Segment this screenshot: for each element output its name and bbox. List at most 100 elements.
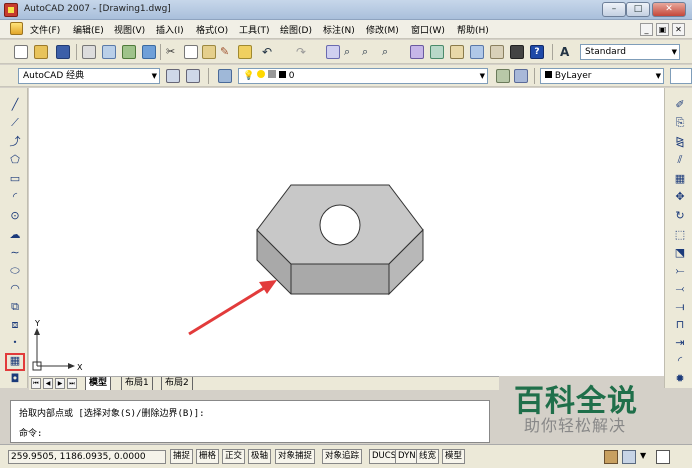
tab-layout2[interactable]: 布局2 xyxy=(161,377,193,390)
erase-icon[interactable]: ✐ xyxy=(673,98,687,112)
linetype-select[interactable] xyxy=(670,68,692,84)
sheet-set-icon[interactable] xyxy=(470,45,484,59)
redo-icon[interactable]: ↷ xyxy=(296,45,310,59)
paste-icon[interactable] xyxy=(202,45,216,59)
next-tab-icon[interactable]: ▶ xyxy=(55,378,65,389)
menu-insert[interactable]: 插入(I) xyxy=(156,23,184,36)
minimize-button[interactable]: – xyxy=(602,2,626,17)
zoom-previous-icon[interactable]: ⌕ xyxy=(382,45,396,59)
ellipse-arc-icon[interactable]: ◠ xyxy=(8,282,22,296)
move-icon[interactable]: ✥ xyxy=(673,190,687,204)
block-editor-icon[interactable] xyxy=(238,45,252,59)
break-icon[interactable]: ⟞ xyxy=(673,300,687,314)
doc-minimize-button[interactable]: _ xyxy=(640,23,653,36)
arc-icon[interactable]: ◜ xyxy=(8,190,22,204)
copy-icon[interactable]: ⎘ xyxy=(673,116,687,130)
doc-close-button[interactable]: ✕ xyxy=(672,23,685,36)
insert-block-icon[interactable]: ⧉ xyxy=(8,300,22,314)
revision-cloud-icon[interactable]: ☁ xyxy=(8,228,22,242)
cut-icon[interactable]: ✂ xyxy=(166,45,180,59)
new-file-icon[interactable] xyxy=(14,45,28,59)
ortho-toggle[interactable]: 正交 xyxy=(222,449,246,464)
polygon-icon[interactable]: ⬠ xyxy=(8,153,22,167)
zoom-realtime-icon[interactable]: ⌕ xyxy=(344,45,358,59)
design-center-icon[interactable] xyxy=(430,45,444,59)
prev-tab-icon[interactable]: ◀ xyxy=(43,378,53,389)
array-icon[interactable]: ▦ xyxy=(673,172,687,186)
menu-format[interactable]: 格式(O) xyxy=(196,23,228,36)
open-file-icon[interactable] xyxy=(34,45,48,59)
print-icon[interactable] xyxy=(82,45,96,59)
workspace-settings-icon[interactable] xyxy=(166,69,180,83)
snap-toggle[interactable]: 捕捉 xyxy=(170,449,194,464)
menu-modify[interactable]: 修改(M) xyxy=(366,23,399,36)
osnap-toggle[interactable]: 对象捕捉 xyxy=(275,449,316,464)
menu-edit[interactable]: 编辑(E) xyxy=(73,23,104,36)
join-icon[interactable]: ⊓ xyxy=(673,318,687,332)
command-window[interactable]: 拾取内部点或 [选择对象(S)/删除边界(B)]: 命令: xyxy=(10,400,490,443)
save-workspace-icon[interactable] xyxy=(186,69,200,83)
polar-toggle[interactable]: 极轴 xyxy=(248,449,272,464)
menu-draw[interactable]: 绘图(D) xyxy=(280,23,312,36)
last-tab-icon[interactable]: ⏭ xyxy=(67,378,77,389)
rotate-icon[interactable]: ↻ xyxy=(673,209,687,223)
menu-window[interactable]: 窗口(W) xyxy=(411,23,445,36)
ellipse-icon[interactable]: ⬭ xyxy=(8,264,22,278)
model-toggle[interactable]: 模型 xyxy=(442,449,466,464)
doc-restore-button[interactable]: ▣ xyxy=(656,23,669,36)
lineweight-toggle[interactable]: 线宽 xyxy=(416,449,440,464)
3d-dwf-icon[interactable] xyxy=(142,45,156,59)
maximize-button[interactable]: □ xyxy=(626,2,650,17)
document-icon[interactable] xyxy=(10,22,23,35)
tool-palettes-icon[interactable] xyxy=(450,45,464,59)
explode-icon[interactable]: ✹ xyxy=(673,372,687,386)
layer-properties-icon[interactable] xyxy=(218,69,232,83)
calculator-icon[interactable] xyxy=(510,45,524,59)
pan-icon[interactable] xyxy=(326,45,340,59)
scale-icon[interactable]: ⬚ xyxy=(673,228,687,242)
drawing-canvas[interactable]: Y X xyxy=(29,88,664,376)
clean-screen-icon[interactable] xyxy=(656,450,670,464)
markup-icon[interactable] xyxy=(490,45,504,59)
menu-tools[interactable]: 工具(T) xyxy=(239,23,270,36)
rectangle-icon[interactable]: ▭ xyxy=(8,172,22,186)
text-style-icon[interactable]: A xyxy=(560,45,574,59)
extend-icon[interactable]: ⤙ xyxy=(673,282,687,296)
plot-preview-icon[interactable] xyxy=(102,45,116,59)
copy-clip-icon[interactable] xyxy=(184,45,198,59)
publish-icon[interactable] xyxy=(122,45,136,59)
make-layer-current-icon[interactable] xyxy=(496,69,510,83)
spline-icon[interactable]: ∼ xyxy=(8,246,22,260)
layer-select[interactable]: 💡 0 ▼ xyxy=(238,68,488,84)
point-icon[interactable]: • xyxy=(8,336,22,350)
autocad-app-icon[interactable] xyxy=(4,3,18,17)
first-tab-icon[interactable]: ⏮ xyxy=(31,378,41,389)
offset-icon[interactable]: ⫽ xyxy=(673,153,687,167)
menu-view[interactable]: 视图(V) xyxy=(114,23,145,36)
circle-icon[interactable]: ⊙ xyxy=(8,209,22,223)
zoom-window-icon[interactable]: ⌕ xyxy=(362,45,376,59)
text-style-select[interactable]: Standard ▼ xyxy=(580,44,680,60)
match-properties-icon[interactable]: ✎ xyxy=(220,45,234,59)
close-button[interactable]: ✕ xyxy=(652,2,686,17)
make-block-icon[interactable]: ⧈ xyxy=(8,318,22,332)
fillet-icon[interactable]: ◜ xyxy=(673,354,687,368)
grid-toggle[interactable]: 栅格 xyxy=(196,449,220,464)
help-icon[interactable]: ? xyxy=(530,45,544,59)
menu-dimension[interactable]: 标注(N) xyxy=(323,23,355,36)
save-icon[interactable] xyxy=(56,45,70,59)
tab-model[interactable]: 模型 xyxy=(85,377,112,390)
polyline-icon[interactable]: ⤴ xyxy=(8,135,22,149)
workspace-select[interactable]: AutoCAD 经典 ▼ xyxy=(18,68,160,84)
properties-icon[interactable] xyxy=(410,45,424,59)
status-menu-chevron-icon[interactable]: ▼ xyxy=(640,451,646,460)
command-prompt[interactable]: 命令: xyxy=(19,426,42,439)
tab-layout1[interactable]: 布局1 xyxy=(121,377,153,390)
region-icon[interactable]: ◘ xyxy=(8,372,22,386)
trim-icon[interactable]: ⤚ xyxy=(673,264,687,278)
construction-line-icon[interactable]: ⟋ xyxy=(8,116,22,130)
lock-toolbar-icon[interactable] xyxy=(622,450,636,464)
communication-center-icon[interactable] xyxy=(604,450,618,464)
undo-icon[interactable]: ↶ xyxy=(262,45,276,59)
line-icon[interactable]: ╱ xyxy=(8,98,22,112)
